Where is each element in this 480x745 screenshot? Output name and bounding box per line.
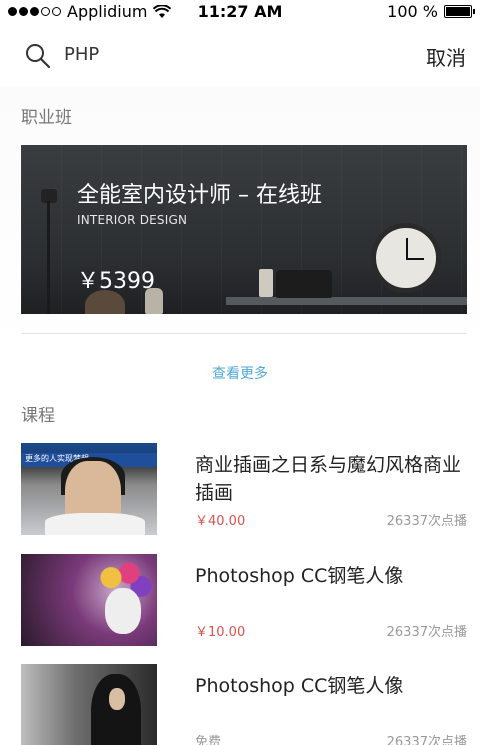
battery-info: 100 % <box>387 2 475 21</box>
cancel-button[interactable]: 取消 <box>426 42 466 71</box>
course-thumbnail: 更多的人实现梦想 <box>21 443 157 535</box>
lamp-decoration <box>41 189 57 314</box>
search-results: 职业班 全能室内设计师 – 在线班 INTERIOR DESIGN ￥5399 … <box>0 86 480 745</box>
course-price: ￥40.00 <box>195 514 246 529</box>
banner-price: ￥5399 <box>77 269 155 294</box>
view-more-link[interactable]: 查看更多 <box>0 363 480 383</box>
career-class-banner[interactable]: 全能室内设计师 – 在线班 INTERIOR DESIGN ￥5399 <box>21 145 467 314</box>
status-bar: Applidium 11:27 AM 100 % <box>0 0 480 24</box>
battery-icon <box>444 5 475 18</box>
course-price: 免费 <box>195 735 222 745</box>
course-thumbnail <box>21 664 157 745</box>
course-price: ￥10.00 <box>195 625 246 640</box>
course-item[interactable]: Photoshop CC钢笔人像 免费 26337次点播 <box>21 664 467 745</box>
course-views: 26337次点播 <box>386 514 467 529</box>
section-title-career: 职业班 <box>21 108 72 128</box>
typewriter-decoration <box>276 270 332 298</box>
course-views: 26337次点播 <box>386 625 467 640</box>
search-bar: PHP 取消 <box>0 24 480 86</box>
course-thumbnail <box>21 554 157 646</box>
search-input[interactable]: PHP <box>64 44 99 65</box>
divider <box>21 333 467 334</box>
search-icon[interactable] <box>24 42 52 70</box>
course-title: 商业插画之日系与魔幻风格商业插画 <box>195 454 462 504</box>
course-item[interactable]: 更多的人实现梦想 商业插画之日系与魔幻风格商业插画 ￥40.00 26337次点… <box>21 443 467 535</box>
course-title: Photoshop CC钢笔人像 <box>195 675 404 697</box>
shelf-decoration <box>226 297 467 305</box>
course-title: Photoshop CC钢笔人像 <box>195 565 404 587</box>
clock-decoration <box>371 223 441 293</box>
battery-percent: 100 % <box>387 2 438 21</box>
banner-title: 全能室内设计师 – 在线班 <box>77 183 322 208</box>
course-views: 26337次点播 <box>386 735 467 745</box>
course-item[interactable]: Photoshop CC钢笔人像 ￥10.00 26337次点播 <box>21 554 467 646</box>
section-title-courses: 课程 <box>21 406 55 426</box>
cups-decoration <box>259 269 273 297</box>
banner-subtitle: INTERIOR DESIGN <box>77 213 188 227</box>
